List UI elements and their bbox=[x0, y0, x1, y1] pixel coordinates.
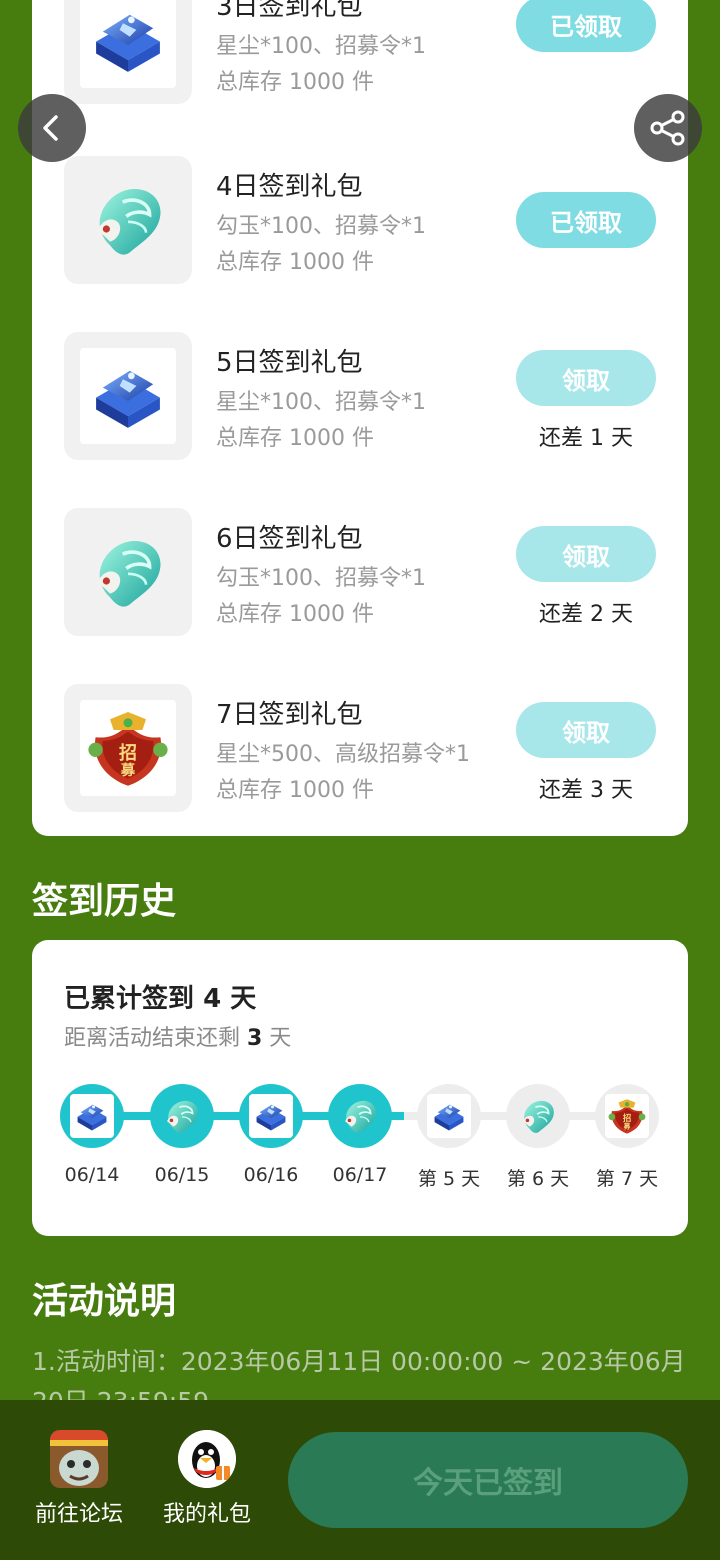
gift-row-day6: 6日签到礼包 勾玉*100、招募令*1 总库存 1000 件 领取 还差 2 天 bbox=[64, 508, 688, 636]
gift-stock: 总库存 1000 件 bbox=[216, 426, 374, 451]
claimed-button[interactable]: 已领取 bbox=[516, 0, 656, 52]
day-label: 第 7 天 bbox=[595, 1168, 659, 1190]
bottom-bar: 前往论坛 我的礼包 今天已签到 bbox=[0, 1400, 720, 1560]
gift-stock: 总库存 1000 件 bbox=[216, 250, 374, 275]
game-avatar-icon bbox=[50, 1430, 108, 1488]
gift-content: 勾玉*100、招募令*1 bbox=[216, 214, 426, 239]
magatama-icon bbox=[516, 1094, 560, 1138]
recruit-badge-icon bbox=[606, 1095, 648, 1137]
recruit-badge-icon bbox=[83, 703, 173, 793]
day-node-7 bbox=[595, 1084, 659, 1148]
stardust-chest-icon bbox=[252, 1097, 290, 1135]
gift-stock: 总库存 1000 件 bbox=[216, 70, 374, 95]
gift-title: 5日签到礼包 bbox=[216, 348, 363, 378]
gift-thumb bbox=[64, 508, 192, 636]
day-label: 06/16 bbox=[243, 1164, 299, 1186]
stardust-chest-icon bbox=[86, 354, 170, 438]
days-remaining-text: 还差 3 天 bbox=[539, 778, 633, 803]
day-label: 第 5 天 bbox=[417, 1168, 481, 1190]
signed-today-button[interactable]: 今天已签到 bbox=[288, 1432, 688, 1528]
gift-stock: 总库存 1000 件 bbox=[216, 602, 374, 627]
days-remaining-text: 还差 1 天 bbox=[539, 426, 633, 451]
my-gifts-label: 我的礼包 bbox=[162, 1502, 251, 1527]
activity-remaining-text: 距离活动结束还剩 3 天 bbox=[64, 1026, 292, 1051]
forum-label: 前往论坛 bbox=[34, 1502, 123, 1527]
stardust-chest-icon bbox=[86, 0, 170, 82]
description-heading: 活动说明 bbox=[32, 1281, 177, 1322]
back-button[interactable] bbox=[18, 94, 86, 162]
day-label: 06/17 bbox=[332, 1164, 388, 1186]
gift-thumb bbox=[64, 0, 192, 104]
gift-title: 4日签到礼包 bbox=[216, 172, 363, 202]
claim-button[interactable]: 领取 bbox=[516, 702, 656, 758]
gift-thumb bbox=[64, 332, 192, 460]
gift-row-day3: 3日签到礼包 星尘*100、招募令*1 总库存 1000 件 已领取 bbox=[64, 0, 688, 104]
forum-link[interactable]: 前往论坛 bbox=[24, 1430, 134, 1528]
day-label: 06/14 bbox=[64, 1164, 120, 1186]
chevron-left-icon bbox=[43, 115, 58, 141]
magatama-icon bbox=[83, 527, 173, 617]
gift-list-card: 3日签到礼包 星尘*100、招募令*1 总库存 1000 件 已领取 4日签到礼… bbox=[32, 0, 688, 836]
my-gifts-link[interactable]: 我的礼包 bbox=[152, 1430, 262, 1528]
qq-penguin-icon bbox=[178, 1430, 236, 1488]
gift-row-day4: 4日签到礼包 勾玉*100、招募令*1 总库存 1000 件 已领取 bbox=[64, 156, 688, 284]
history-heading: 签到历史 bbox=[32, 881, 177, 922]
day-node-1 bbox=[60, 1084, 124, 1148]
day-label: 06/15 bbox=[154, 1164, 210, 1186]
gift-title: 3日签到礼包 bbox=[216, 0, 363, 22]
day-node-3 bbox=[239, 1084, 303, 1148]
share-button[interactable] bbox=[634, 94, 702, 162]
days-remaining-text: 还差 2 天 bbox=[539, 602, 633, 627]
share-icon bbox=[650, 110, 685, 146]
claimed-button[interactable]: 已领取 bbox=[516, 192, 656, 248]
magatama-icon bbox=[338, 1094, 382, 1138]
magatama-icon bbox=[160, 1094, 204, 1138]
claim-button[interactable]: 领取 bbox=[516, 526, 656, 582]
gift-content: 星尘*500、高级招募令*1 bbox=[216, 742, 470, 767]
history-card: 已累计签到 4 天 距离活动结束还剩 3 天 06/14 06/15 06/16… bbox=[32, 940, 688, 1236]
gift-content: 星尘*100、招募令*1 bbox=[216, 34, 426, 59]
gift-row-day5: 5日签到礼包 星尘*100、招募令*1 总库存 1000 件 领取 还差 1 天 bbox=[64, 332, 688, 460]
day-node-2 bbox=[150, 1084, 214, 1148]
total-signin-text: 已累计签到 4 天 bbox=[64, 984, 257, 1014]
gift-thumb bbox=[64, 684, 192, 812]
day-node-5 bbox=[417, 1084, 481, 1148]
day-node-6 bbox=[506, 1084, 570, 1148]
gift-thumb bbox=[64, 156, 192, 284]
magatama-icon bbox=[83, 175, 173, 265]
stardust-chest-icon bbox=[73, 1097, 111, 1135]
gift-stock: 总库存 1000 件 bbox=[216, 778, 374, 803]
day-label: 第 6 天 bbox=[506, 1168, 570, 1190]
gift-content: 星尘*100、招募令*1 bbox=[216, 390, 426, 415]
claim-button[interactable]: 领取 bbox=[516, 350, 656, 406]
total-days-value: 4 bbox=[203, 984, 222, 1014]
gift-content: 勾玉*100、招募令*1 bbox=[216, 566, 426, 591]
gift-title: 7日签到礼包 bbox=[216, 700, 363, 730]
remaining-days-value: 3 bbox=[247, 1026, 263, 1051]
stardust-chest-icon bbox=[430, 1097, 468, 1135]
gift-title: 6日签到礼包 bbox=[216, 524, 363, 554]
gift-row-day7: 7日签到礼包 星尘*500、高级招募令*1 总库存 1000 件 领取 还差 3… bbox=[64, 684, 688, 812]
day-node-4 bbox=[328, 1084, 392, 1148]
